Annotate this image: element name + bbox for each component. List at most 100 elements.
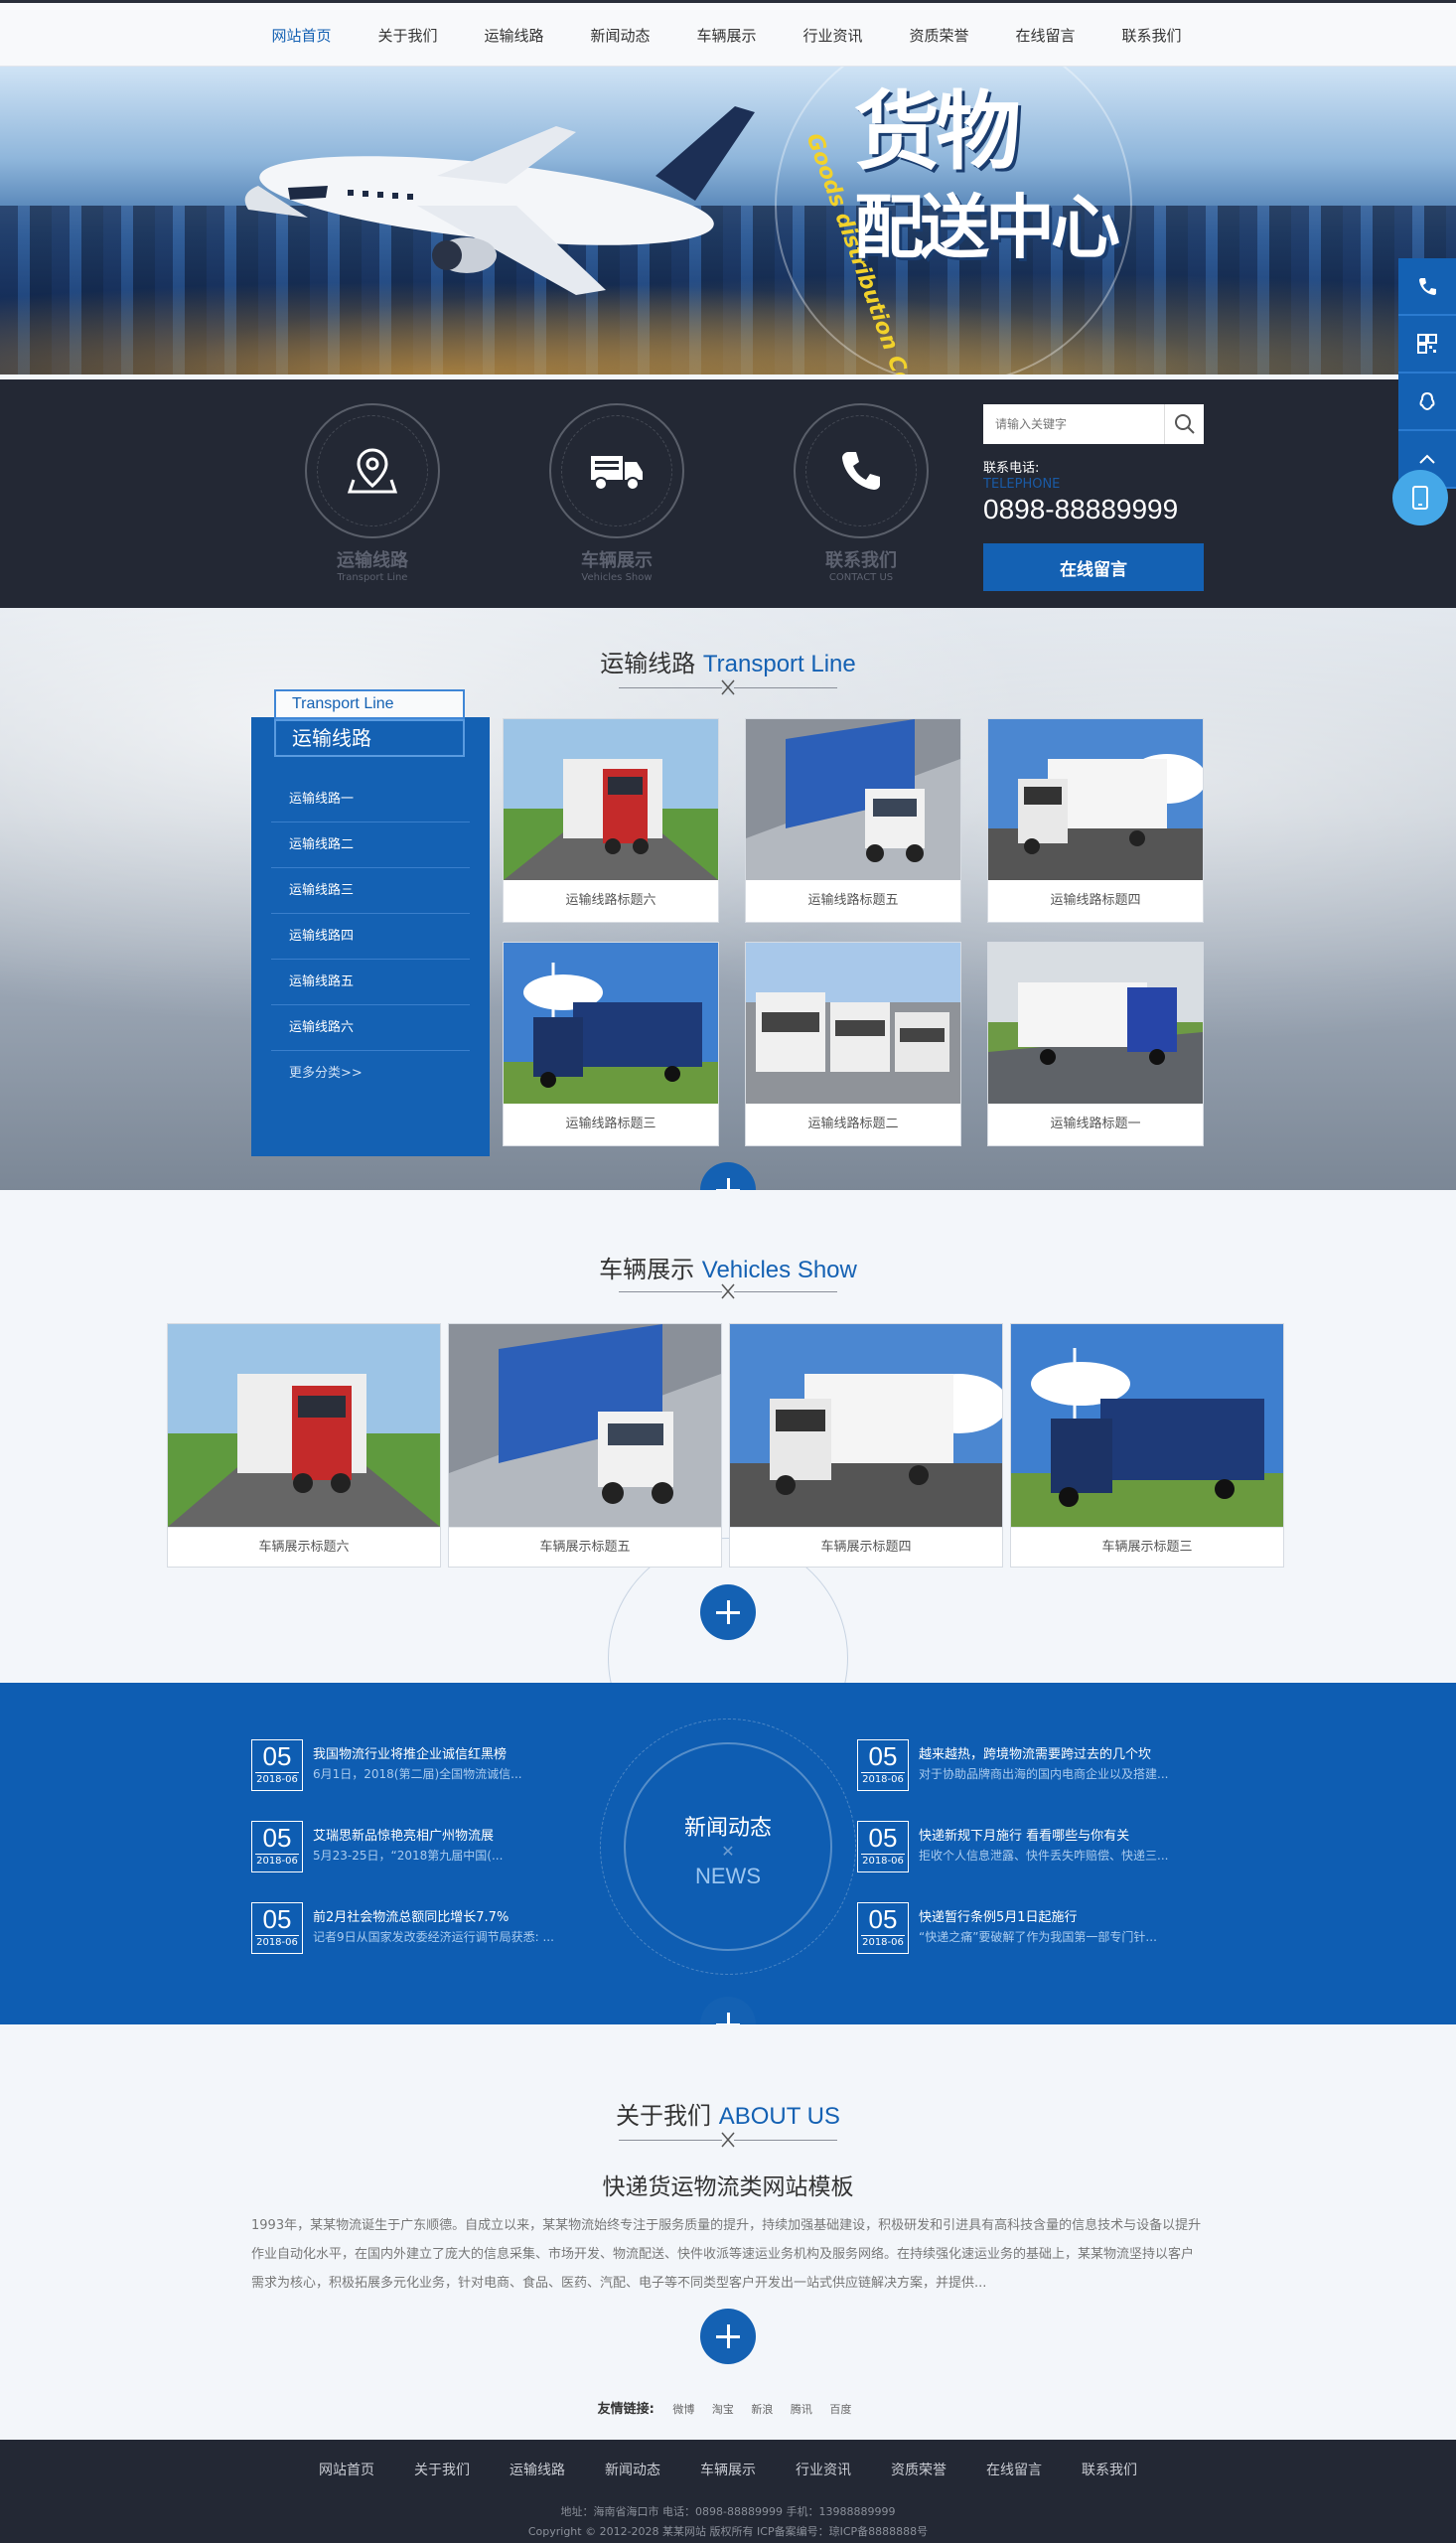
- news-date: 05 2018-06: [251, 1821, 303, 1872]
- quick-transport-title: 运输线路: [337, 550, 408, 571]
- page: 网站首页 关于我们 运输线路 新闻动态 车辆展示 行业资讯 资质荣誉 在线留言 …: [0, 0, 1456, 2543]
- news-desc: 拒收个人信息泄露、快件丢失咋赔偿、快递三...: [919, 1849, 1169, 1863]
- quick-contact-title: 联系我们: [825, 550, 897, 571]
- side-float-bar: [1398, 258, 1456, 489]
- friend-link[interactable]: 百度: [829, 2403, 851, 2416]
- vehicle-card-title: 车辆展示标题四: [730, 1527, 1002, 1567]
- category-item[interactable]: 运输线路二: [271, 823, 470, 868]
- friend-link[interactable]: 腾讯: [791, 2403, 812, 2416]
- nav-item-news[interactable]: 新闻动态: [567, 25, 673, 46]
- nav-item-home[interactable]: 网站首页: [248, 25, 355, 46]
- news-item[interactable]: 05 2018-06 越来越热，跨境物流需要跨过去的几个坎 对于协助品牌商出海的国…: [857, 1739, 1215, 1795]
- truck-photo: [168, 1324, 440, 1527]
- quick-contact-circle: [794, 403, 929, 538]
- friend-link[interactable]: 微博: [672, 2403, 694, 2416]
- search-icon: [1174, 414, 1195, 434]
- cross-divider-icon: [721, 2132, 735, 2148]
- footer-nav-item[interactable]: 关于我们: [414, 2460, 470, 2479]
- category-item[interactable]: 运输线路六: [271, 1005, 470, 1051]
- news-item[interactable]: 05 2018-06 快递暂行条例5月1日起施行 “快递之痛”要破解了作为我国第一…: [857, 1902, 1215, 1958]
- search-input[interactable]: [983, 404, 1164, 444]
- transport-card[interactable]: 运输线路标题三: [503, 942, 719, 1146]
- search-button[interactable]: [1164, 404, 1204, 444]
- footer-nav-item[interactable]: 在线留言: [986, 2460, 1042, 2479]
- news-title: 快递暂行条例5月1日起施行: [919, 1910, 1078, 1925]
- transport-section: 运输线路 Transport Line Transport Line 运输线路 …: [0, 608, 1456, 1190]
- qrcode-icon: [1417, 334, 1437, 354]
- online-message-button[interactable]: 在线留言: [983, 543, 1204, 591]
- side-phone-button[interactable]: [1398, 258, 1456, 316]
- category-item[interactable]: 运输线路一: [271, 777, 470, 823]
- nav-item-message[interactable]: 在线留言: [992, 25, 1098, 46]
- transport-card[interactable]: 运输线路标题六: [503, 718, 719, 923]
- news-center-title-en: NEWS: [695, 1864, 761, 1888]
- category-item[interactable]: 运输线路三: [271, 868, 470, 914]
- quick-transport-circle: [305, 403, 440, 538]
- quick-vehicles-sub: Vehicles Show: [581, 572, 653, 583]
- friend-link[interactable]: 淘宝: [712, 2403, 734, 2416]
- news-date: 05 2018-06: [251, 1902, 303, 1954]
- transport-title: 运输线路 Transport Line: [0, 644, 1456, 678]
- nav-item-contact[interactable]: 联系我们: [1098, 25, 1205, 46]
- news-item[interactable]: 05 2018-06 快递新规下月施行 看看哪些与你有关 拒收个人信息泄露、快件丢…: [857, 1821, 1215, 1876]
- quick-vehicles[interactable]: 车辆展示 Vehicles Show: [547, 403, 686, 583]
- transport-card-title: 运输线路标题三: [565, 1117, 656, 1131]
- footer-nav-item[interactable]: 资质荣誉: [891, 2460, 946, 2479]
- headset-phone-icon: [1419, 278, 1436, 295]
- footer: 网站首页 关于我们 运输线路 新闻动态 车辆展示 行业资讯 资质荣誉 在线留言 …: [0, 2440, 1456, 2543]
- about-paragraph: 1993年，某某物流诞生于广东顺德。自成立以来，某某物流始终专注于服务质量的提升…: [251, 2218, 1202, 2291]
- truck-photo: [746, 719, 960, 880]
- category-item[interactable]: 运输线路四: [271, 914, 470, 960]
- about-more-plus-button[interactable]: [700, 2309, 756, 2364]
- truck-photo: [988, 943, 1203, 1104]
- footer-nav-item[interactable]: 新闻动态: [605, 2460, 660, 2479]
- transport-card[interactable]: 运输线路标题一: [987, 942, 1204, 1146]
- nav-item-honors[interactable]: 资质荣誉: [886, 25, 992, 46]
- transport-card-title: 运输线路标题五: [807, 893, 899, 908]
- more-categories-link[interactable]: 更多分类>>: [271, 1051, 470, 1097]
- news-date: 05 2018-06: [857, 1821, 909, 1872]
- side-mobile-button[interactable]: [1392, 470, 1448, 525]
- truck-photo: [746, 943, 960, 1104]
- footer-nav-item[interactable]: 联系我们: [1082, 2460, 1137, 2479]
- nav-item-transport[interactable]: 运输线路: [461, 25, 567, 46]
- vehicle-card[interactable]: 车辆展示标题三: [1010, 1323, 1284, 1568]
- nav-item-industry[interactable]: 行业资讯: [780, 25, 886, 46]
- transport-card[interactable]: 运输线路标题二: [745, 942, 961, 1146]
- side-qrcode-button[interactable]: [1398, 316, 1456, 374]
- category-item[interactable]: 运输线路五: [271, 960, 470, 1005]
- news-month: 2018-06: [861, 1935, 905, 1948]
- vehicle-card[interactable]: 车辆展示标题六: [167, 1323, 441, 1568]
- quick-contact[interactable]: 联系我们 CONTACT US: [792, 403, 931, 583]
- footer-nav-item[interactable]: 网站首页: [319, 2460, 374, 2479]
- truck-photo: [730, 1324, 1002, 1527]
- footer-nav-item[interactable]: 车辆展示: [700, 2460, 756, 2479]
- news-date: 05 2018-06: [251, 1739, 303, 1791]
- truck-photo: [504, 943, 718, 1104]
- side-qq-button[interactable]: [1398, 374, 1456, 431]
- vehicles-more-plus-button[interactable]: [700, 1584, 756, 1640]
- category-tag-cn: 运输线路: [274, 719, 465, 757]
- footer-nav-item[interactable]: 运输线路: [510, 2460, 565, 2479]
- vehicle-card[interactable]: 车辆展示标题四: [729, 1323, 1003, 1568]
- news-date: 05 2018-06: [857, 1902, 909, 1954]
- transport-card-title: 运输线路标题一: [1050, 1117, 1141, 1131]
- about-title-en: ABOUT US: [718, 2103, 840, 2130]
- transport-card[interactable]: 运输线路标题四: [987, 718, 1204, 923]
- news-month: 2018-06: [255, 1854, 299, 1867]
- nav-item-vehicles[interactable]: 车辆展示: [673, 25, 780, 46]
- vehicle-card[interactable]: 车辆展示标题五: [448, 1323, 722, 1568]
- transport-card[interactable]: 运输线路标题五: [745, 718, 961, 923]
- airplane-image: [244, 106, 755, 295]
- footer-nav-item[interactable]: 行业资讯: [796, 2460, 851, 2479]
- quick-transport[interactable]: 运输线路 Transport Line: [303, 403, 442, 583]
- news-title: 快递新规下月施行 看看哪些与你有关: [919, 1829, 1130, 1844]
- banner-title-line2: 配送中心: [854, 187, 1120, 268]
- news-item[interactable]: 05 2018-06 我国物流行业将推企业诚信红黑榜 6月1日，2018(第二届)…: [251, 1739, 609, 1795]
- nav-item-about[interactable]: 关于我们: [355, 25, 461, 46]
- truck-photo: [988, 719, 1203, 880]
- friend-link[interactable]: 新浪: [751, 2403, 773, 2416]
- vehicles-title-en: Vehicles Show: [701, 1257, 857, 1283]
- news-item[interactable]: 05 2018-06 艾瑞思新品惊艳亮相广州物流展 5月23-25日，“2018第…: [251, 1821, 609, 1876]
- news-item[interactable]: 05 2018-06 前2月社会物流总额同比增长7.7% 记者9日从国家发改委经济…: [251, 1902, 609, 1958]
